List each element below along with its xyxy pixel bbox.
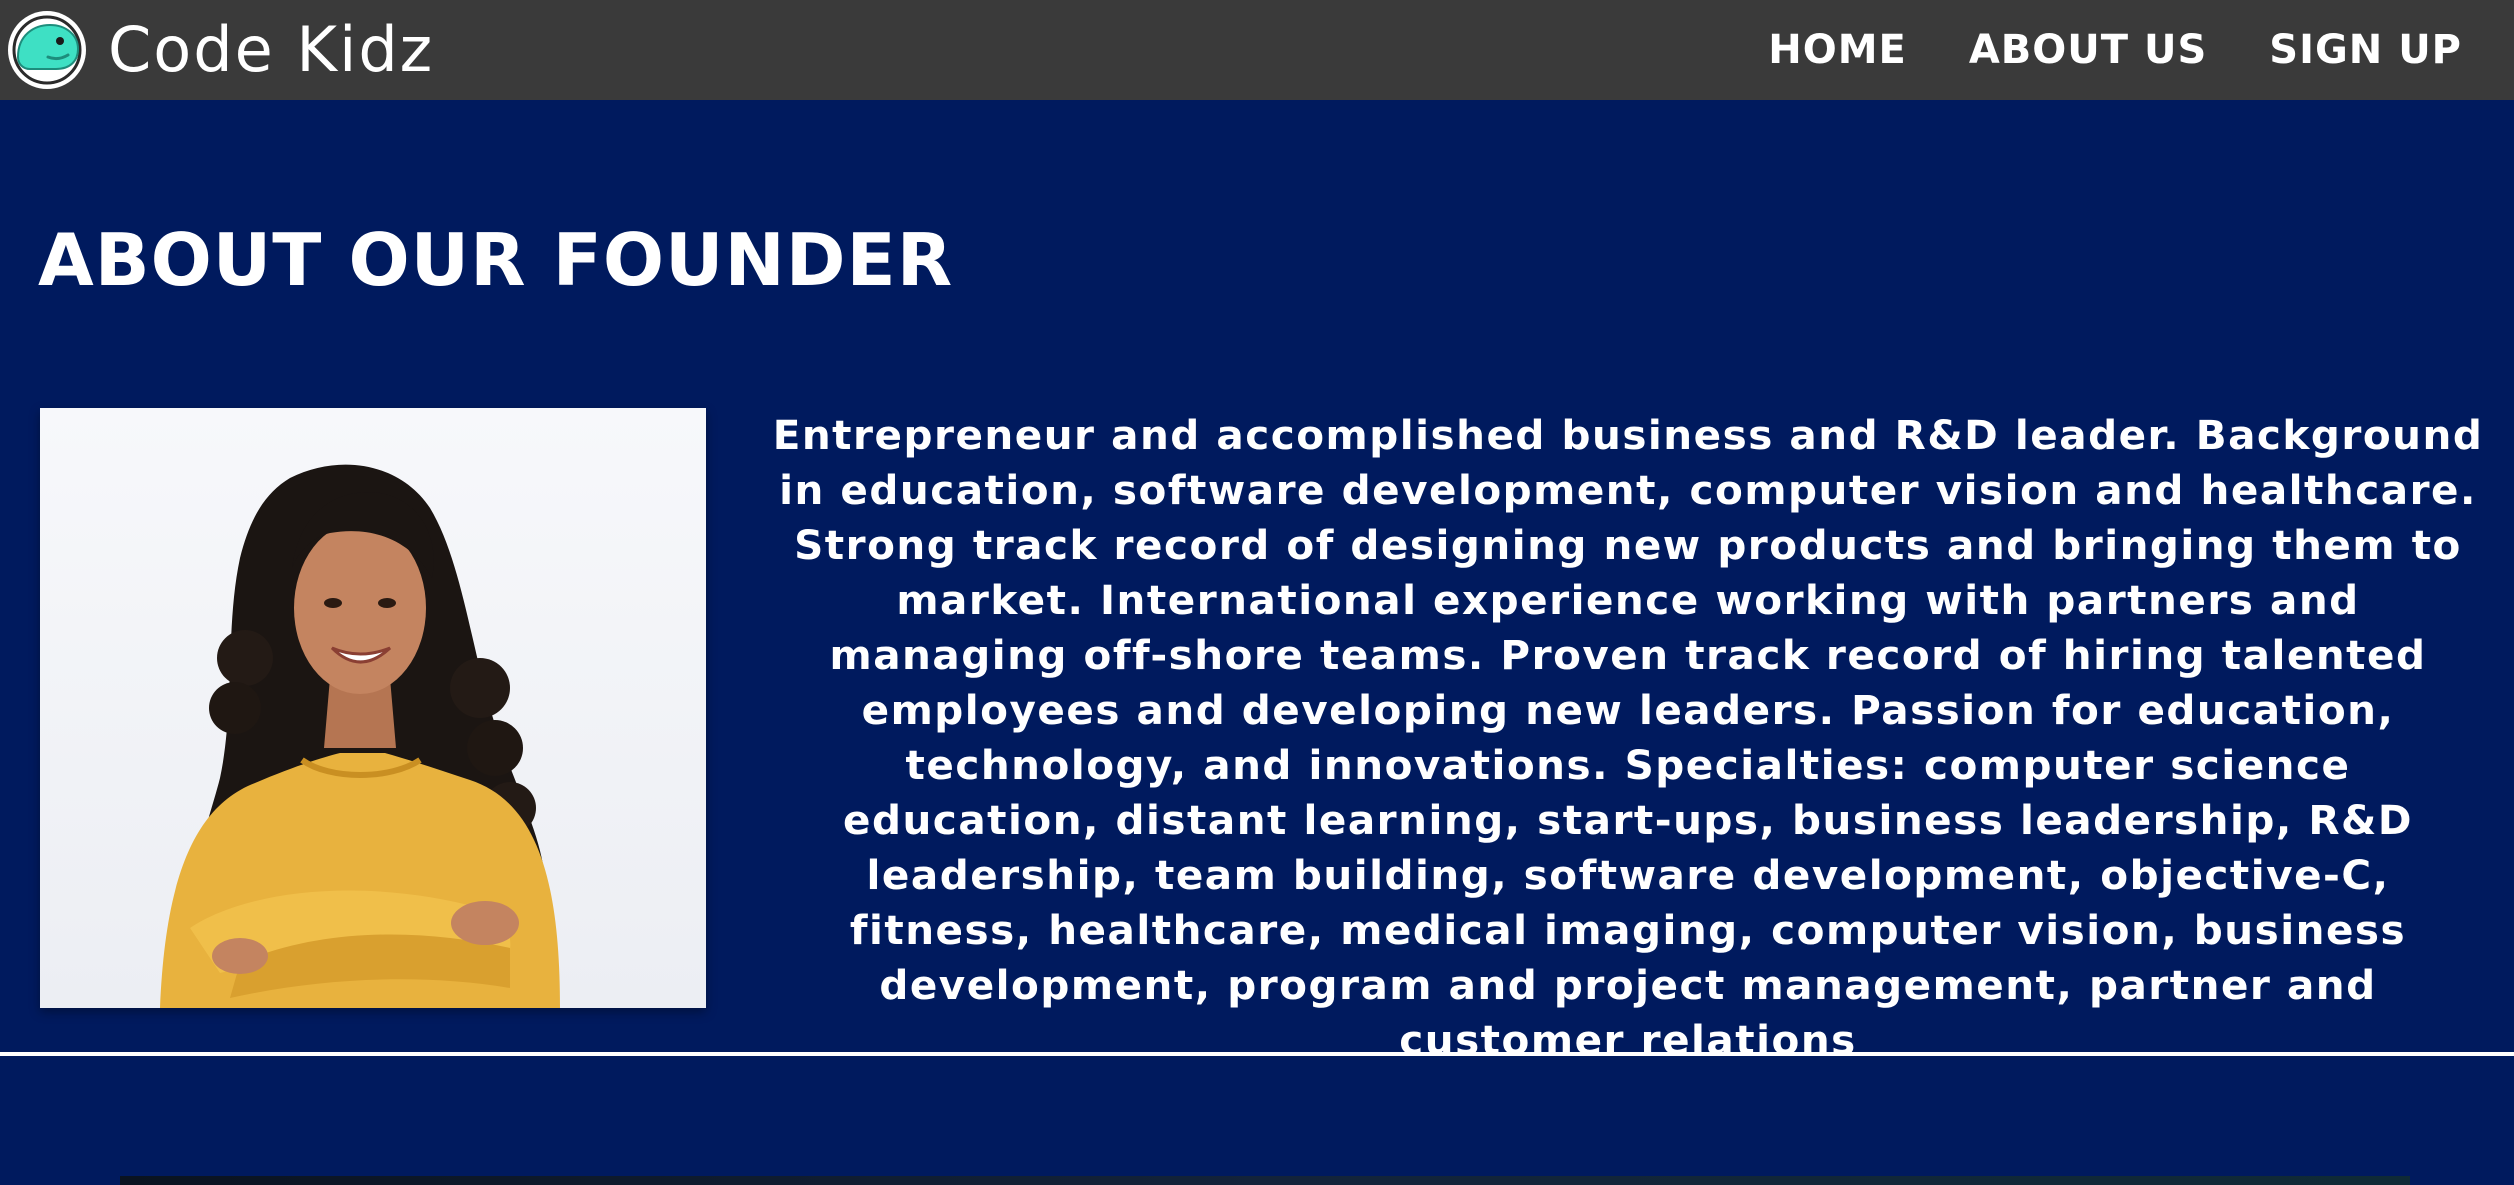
main-nav: HOME ABOUT US SIGN UP xyxy=(1768,0,2462,100)
section-divider xyxy=(0,1052,2514,1056)
founder-photo xyxy=(40,408,706,1008)
brand-home-link[interactable]: Code Kidz xyxy=(8,8,434,92)
page-title: ABOUT OUR FOUNDER xyxy=(38,218,954,302)
dinosaur-logo-icon xyxy=(8,11,86,89)
nav-sign-up-link[interactable]: SIGN UP xyxy=(2269,27,2462,73)
nav-about-us-link[interactable]: ABOUT US xyxy=(1969,27,2207,73)
brand-name: Code Kidz xyxy=(108,13,435,86)
nav-home-link[interactable]: HOME xyxy=(1768,27,1907,73)
top-navbar: Code Kidz HOME ABOUT US SIGN UP xyxy=(0,0,2514,100)
next-section-preview xyxy=(120,1176,2410,1185)
founder-bio: Entrepreneur and accomplished business a… xyxy=(772,411,2484,1064)
